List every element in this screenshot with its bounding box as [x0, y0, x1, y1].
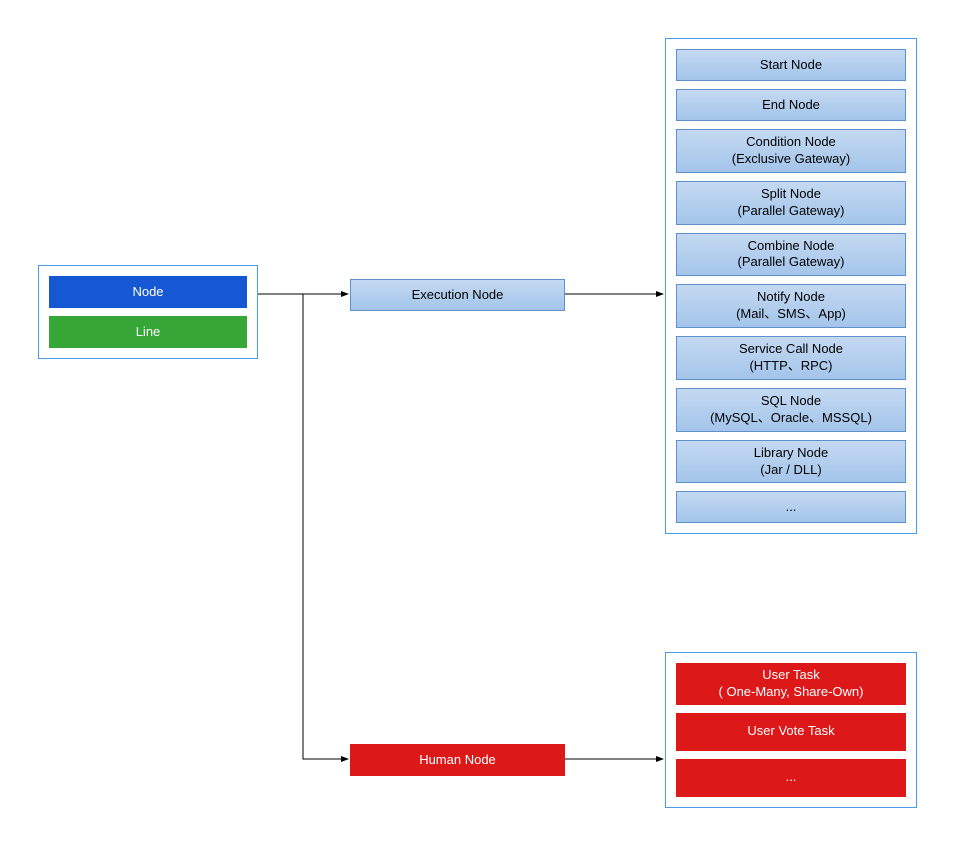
execution-child-9: ... — [676, 491, 906, 523]
execution-child-0: Start Node — [676, 49, 906, 81]
execution-child-8: Library Node (Jar / DLL) — [676, 440, 906, 484]
human-child-1: User Vote Task — [676, 713, 906, 751]
execution-children-container: Start Node End Node Condition Node (Exclus… — [665, 38, 917, 534]
human-children-container: User Task ( One-Many, Share-Own) User Vot… — [665, 652, 917, 808]
execution-node-box: Execution Node — [350, 279, 565, 311]
execution-child-4: Combine Node (Parallel Gateway) — [676, 233, 906, 277]
execution-child-2: Condition Node (Exclusive Gateway) — [676, 129, 906, 173]
human-child-0: User Task ( One-Many, Share-Own) — [676, 663, 906, 705]
execution-child-5: Notify Node (Mail、SMS、App) — [676, 284, 906, 328]
execution-child-7: SQL Node (MySQL、Oracle、MSSQL) — [676, 388, 906, 432]
root-container: Node Line — [38, 265, 258, 359]
execution-child-3: Split Node (Parallel Gateway) — [676, 181, 906, 225]
human-node-box: Human Node — [350, 744, 565, 776]
human-child-2: ... — [676, 759, 906, 797]
line-box: Line — [49, 316, 247, 348]
execution-child-1: End Node — [676, 89, 906, 121]
execution-child-6: Service Call Node (HTTP、RPC) — [676, 336, 906, 380]
node-box: Node — [49, 276, 247, 308]
